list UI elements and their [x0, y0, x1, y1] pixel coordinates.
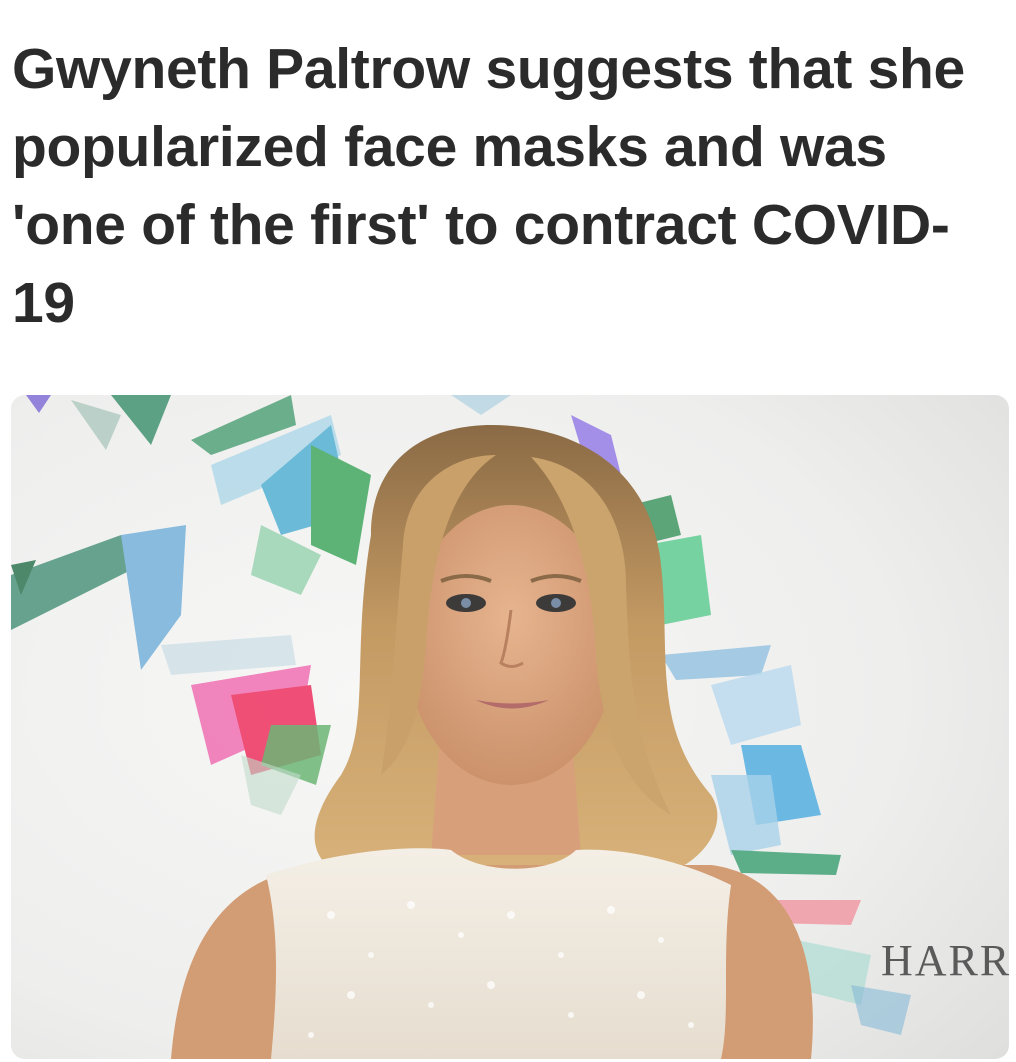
article-headline[interactable]: Gwyneth Paltrow suggests that she popula…: [12, 30, 1002, 342]
article-photo[interactable]: HARR: [11, 395, 1009, 1059]
photo-illustration: HARR: [11, 395, 1009, 1059]
sequin-dress: [266, 848, 731, 1059]
backdrop-lettering: HARR: [881, 936, 1009, 985]
